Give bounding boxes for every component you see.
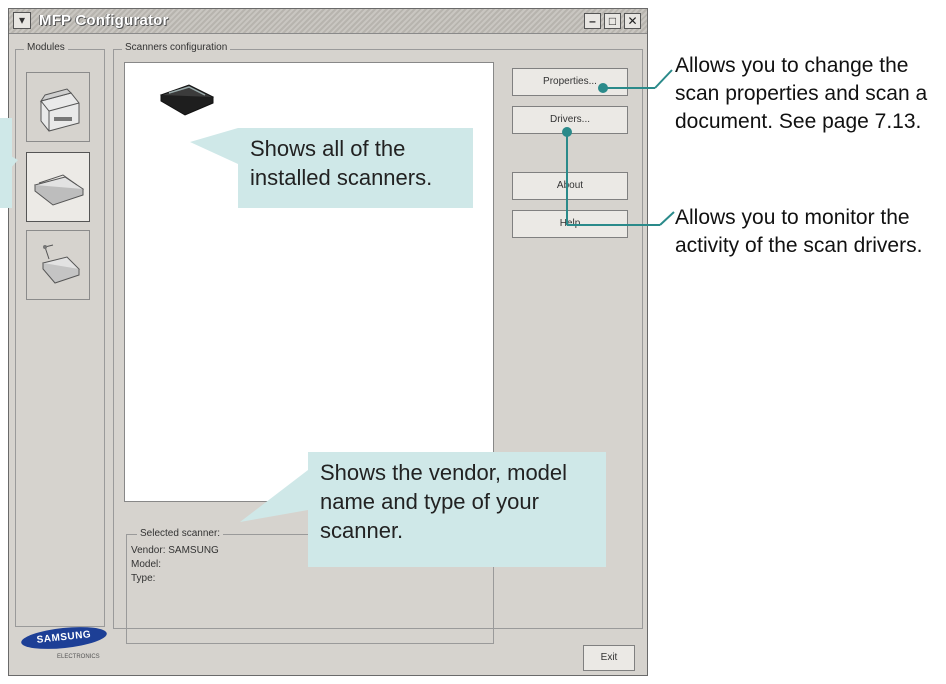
drivers-connector-dot bbox=[562, 127, 572, 137]
properties-note: Allows you to change the scan properties… bbox=[675, 54, 928, 133]
properties-connector-tip bbox=[654, 69, 673, 89]
callout-pointer-vendor bbox=[240, 470, 308, 522]
installed-scanners-callout: Shows all of the installed scanners. bbox=[238, 128, 473, 208]
drivers-connector-tip bbox=[659, 211, 675, 226]
scanner-vendor-callout: Shows the vendor, model name and type of… bbox=[308, 452, 606, 567]
drivers-note: Allows you to monitor the activity of th… bbox=[675, 206, 923, 257]
callout-pointer-installed bbox=[190, 128, 238, 164]
module-callout-partial bbox=[0, 118, 12, 208]
properties-connector-dot bbox=[598, 83, 608, 93]
